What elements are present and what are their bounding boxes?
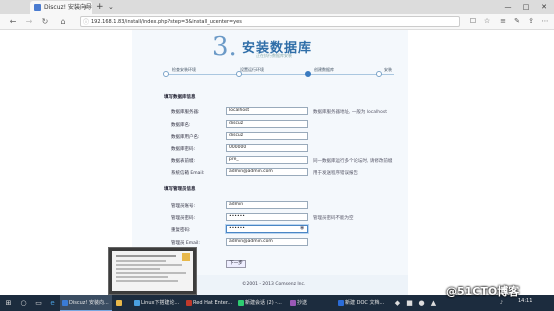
system-email-label: 系统信箱 Email: [171,171,205,176]
taskbar-item-doc[interactable]: 新建 DOC 文档... [336,295,388,311]
browser-tab[interactable]: Discuz! 安装向导 × [30,1,92,14]
task-view-icon[interactable]: ▭ [33,295,44,311]
progress-dot-active [305,71,311,77]
admin-password-note: 管理员密码不能为空 [313,216,354,221]
taskbar-app-icon[interactable]: ■ [404,295,415,311]
word-icon [338,300,344,306]
mail-icon [290,300,296,306]
progress-label: 检查安装环境 [172,67,196,72]
taskbar-item-redhat[interactable]: Red Hat Enter... [184,295,234,311]
terminal-icon [238,300,244,306]
admin-account-label: 管理员账号: [171,204,196,209]
address-bar[interactable]: ⓘ 192.168.1.83/install/index.php?step=3&… [80,16,460,27]
hub-icon[interactable]: ≡ [496,14,510,29]
taskbar-item-label: 新建 DOC 文档... [345,300,385,306]
refresh-icon[interactable]: ↻ [38,14,52,29]
taskbar-item-linux[interactable]: Linux下搭建论... [132,295,182,311]
progress-label: 创建数据库 [314,67,334,72]
taskbar-item-label: Red Hat Enter... [193,300,233,306]
taskbar-item-copy[interactable]: 抄送 [288,295,334,311]
maximize-icon[interactable]: □ [518,0,534,14]
admin-email-input[interactable]: admin@admin.com [226,238,308,246]
reveal-password-icon[interactable]: ◉ [300,225,304,231]
table-prefix-input[interactable]: pre_ [226,156,308,164]
taskbar-app-icon[interactable]: ● [416,295,427,311]
browser-app-icon [62,300,68,306]
tab-favicon-icon [34,4,41,11]
tab-list-button[interactable]: ⌄ [108,1,114,13]
next-step-button[interactable]: 下一步 [226,260,246,268]
admin-password-label: 管理员密码: [171,216,196,221]
share-icon[interactable]: ⇪ [524,14,538,29]
taskbar-app-icon[interactable]: ▲ [428,295,439,311]
db-user-input[interactable]: discuz [226,132,308,140]
new-tab-button[interactable]: + [96,1,104,13]
repeat-password-input[interactable]: •••••• [226,225,308,233]
db-section-title: 填写数据库信息 [164,95,196,100]
admin-section-title: 填写管理员信息 [164,187,196,192]
favorites-star-icon[interactable]: ☆ [480,14,494,29]
copyright-text: ©2001 - 2013 Comsenz Inc. [242,282,306,287]
db-user-label: 数据库用户名: [171,135,200,140]
system-email-input[interactable]: admin@admin.com [226,168,308,176]
admin-password-input[interactable]: •••••• [226,213,308,221]
progress-label: 安装 [384,67,392,72]
db-password-label: 数据库密码: [171,147,196,152]
db-server-input[interactable]: localhost [226,107,308,115]
progress-label: 设置运行环境 [240,67,264,72]
taskbar-item-folder[interactable] [114,295,130,311]
home-icon[interactable]: ⌂ [56,14,70,29]
system-email-note: 用于发送程序错误报告 [313,171,358,176]
window-close-icon[interactable]: ✕ [536,0,552,14]
forward-icon[interactable]: → [22,14,36,29]
watermark-logo: @51CTO博客 [446,285,520,298]
vm-icon [186,300,192,306]
admin-account-input[interactable]: admin [226,201,308,209]
progress-dot [163,71,169,77]
progress-dot [236,71,242,77]
taskbar-item-label: Discuz! 安装向... [69,300,109,306]
taskbar-item-discuz[interactable]: Discuz! 安装向... [60,295,112,311]
start-icon[interactable]: ⊞ [3,295,14,311]
db-name-label: 数据库名: [171,123,191,128]
tab-close-icon[interactable]: × [83,1,88,14]
taskbar-item-session[interactable]: 新建会话 (2) -... [236,295,286,311]
table-prefix-note: 同一数据库运行多个论坛时, 请修改前缀 [313,159,393,164]
db-server-label: 数据库服务器: [171,110,200,115]
admin-email-label: 管理员 Email: [171,241,200,246]
search-icon[interactable]: ○ [18,295,29,311]
app-icon [134,300,140,306]
db-name-input[interactable]: discuz [226,120,308,128]
taskbar-item-label: 抄送 [297,300,308,306]
progress-track [166,74,394,75]
address-url: 192.168.1.83/install/index.php?step=3&in… [91,19,242,25]
edge-icon[interactable]: e [47,295,58,311]
taskbar-item-label: Linux下搭建论... [141,300,180,306]
thumbnail-content [112,251,193,291]
progress-dot [376,71,382,77]
notes-icon[interactable]: ✎ [510,14,524,29]
taskbar-app-icon[interactable]: ◆ [392,295,403,311]
info-icon: ⓘ [83,19,90,26]
clock[interactable]: 14:11 [518,298,532,304]
more-icon[interactable]: ⋯ [538,14,552,29]
db-password-input[interactable]: 000000 [226,144,308,152]
folder-icon [116,300,122,306]
step-number: 3. [212,32,237,62]
back-icon[interactable]: ← [6,14,20,29]
table-prefix-label: 数据表前缀: [171,159,196,164]
minimize-icon[interactable]: — [500,0,516,14]
reading-view-icon[interactable]: ☐ [466,14,480,29]
step-subtitle: 正在执行数据库安装 [256,53,292,58]
taskbar-item-label: 新建会话 (2) -... [245,300,282,306]
repeat-password-label: 重复密码: [171,228,191,233]
db-server-note: 数据库服务器地址, 一般为 localhost [313,110,387,115]
